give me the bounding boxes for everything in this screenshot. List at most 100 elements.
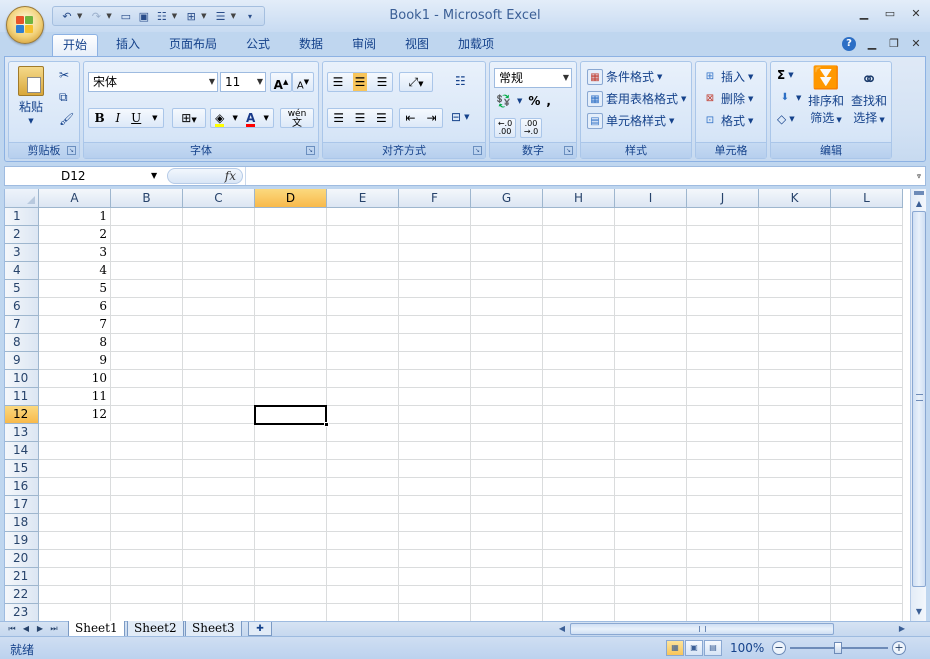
cell-J10[interactable]	[687, 370, 759, 388]
row-header[interactable]: 12	[5, 406, 39, 424]
cell-K3[interactable]	[759, 244, 831, 262]
row-header[interactable]: 6	[5, 298, 39, 316]
align-middle-icon[interactable]: ☰	[352, 73, 368, 91]
cell-D22[interactable]	[255, 586, 327, 604]
last-sheet-icon[interactable]: ⏭	[48, 622, 60, 636]
cell-I14[interactable]	[615, 442, 687, 460]
scroll-down-icon[interactable]: ▼	[911, 605, 927, 619]
cell-G1[interactable]	[471, 208, 543, 226]
cell-G7[interactable]	[471, 316, 543, 334]
horizontal-scrollbar[interactable]: ◀ ▶	[552, 623, 908, 635]
cell-D17[interactable]	[255, 496, 327, 514]
cell-H9[interactable]	[543, 352, 615, 370]
font-color-dropdown-icon[interactable]: ▼	[264, 109, 269, 127]
maximize-icon[interactable]: ▭	[884, 8, 896, 20]
horizontal-scroll-thumb[interactable]	[570, 623, 834, 635]
cell-F12[interactable]	[399, 406, 471, 424]
cell-J6[interactable]	[687, 298, 759, 316]
fill-handle[interactable]	[324, 422, 329, 427]
office-button[interactable]	[6, 6, 44, 44]
cell-E12[interactable]	[327, 406, 399, 424]
cell-F19[interactable]	[399, 532, 471, 550]
cell-B22[interactable]	[111, 586, 183, 604]
percent-button[interactable]: %	[528, 94, 540, 108]
cell-G20[interactable]	[471, 550, 543, 568]
autosum-button[interactable]: Σ ▼	[777, 68, 794, 82]
cell-E16[interactable]	[327, 478, 399, 496]
cell-H3[interactable]	[543, 244, 615, 262]
cell-I13[interactable]	[615, 424, 687, 442]
cell-A4[interactable]: 4	[39, 262, 111, 280]
format-painter-icon[interactable]: 🖌	[59, 112, 74, 126]
align-center-icon[interactable]: ☰	[355, 109, 366, 127]
cell-C3[interactable]	[183, 244, 255, 262]
split-box[interactable]	[914, 191, 924, 195]
cell-L18[interactable]	[831, 514, 903, 532]
tab-review[interactable]: 审阅	[342, 34, 386, 56]
cell-L2[interactable]	[831, 226, 903, 244]
scroll-up-icon[interactable]: ▲	[911, 197, 927, 211]
cell-B14[interactable]	[111, 442, 183, 460]
cell-H23[interactable]	[543, 604, 615, 621]
vertical-scroll-thumb[interactable]	[912, 211, 926, 587]
cell-A2[interactable]: 2	[39, 226, 111, 244]
cell-C23[interactable]	[183, 604, 255, 621]
cell-A5[interactable]: 5	[39, 280, 111, 298]
cell-F6[interactable]	[399, 298, 471, 316]
cut-icon[interactable]: ✂	[59, 68, 69, 82]
cell-E7[interactable]	[327, 316, 399, 334]
sheet-tab-3[interactable]: Sheet3	[185, 621, 242, 637]
dialog-launcher-icon[interactable]: ↘	[564, 146, 573, 155]
cell-G8[interactable]	[471, 334, 543, 352]
format-cells-button[interactable]: ⊡ 格式 ▼	[702, 112, 754, 129]
cell-A11[interactable]: 11	[39, 388, 111, 406]
cell-I21[interactable]	[615, 568, 687, 586]
name-box-dropdown-icon[interactable]: ▼	[151, 167, 157, 185]
copy-icon[interactable]: ⧉	[59, 90, 68, 105]
cell-styles-button[interactable]: ▤ 单元格样式 ▼	[587, 112, 674, 129]
cell-K17[interactable]	[759, 496, 831, 514]
cell-B2[interactable]	[111, 226, 183, 244]
fill-color-dropdown-icon[interactable]: ▼	[232, 109, 237, 127]
cell-D7[interactable]	[255, 316, 327, 334]
cell-E18[interactable]	[327, 514, 399, 532]
zoom-in-icon[interactable]: +	[892, 641, 906, 655]
cell-J13[interactable]	[687, 424, 759, 442]
cell-A21[interactable]	[39, 568, 111, 586]
cell-E2[interactable]	[327, 226, 399, 244]
cell-B3[interactable]	[111, 244, 183, 262]
cell-E15[interactable]	[327, 460, 399, 478]
minimize-icon[interactable]: ▁	[858, 8, 870, 20]
cell-D3[interactable]	[255, 244, 327, 262]
cell-K7[interactable]	[759, 316, 831, 334]
sheet-tab-1[interactable]: Sheet1	[68, 621, 125, 637]
cell-F18[interactable]	[399, 514, 471, 532]
tab-home[interactable]: 开始	[52, 34, 99, 56]
scroll-left-icon[interactable]: ◀	[556, 623, 568, 635]
row-header[interactable]: 15	[5, 460, 39, 478]
cell-I18[interactable]	[615, 514, 687, 532]
fill-button[interactable]: ⬇ ▼	[777, 90, 802, 106]
underline-dropdown-icon[interactable]: ▼	[152, 109, 157, 127]
cell-A20[interactable]	[39, 550, 111, 568]
first-sheet-icon[interactable]: ⏮	[6, 622, 18, 636]
cell-C22[interactable]	[183, 586, 255, 604]
cell-A14[interactable]	[39, 442, 111, 460]
cell-B16[interactable]	[111, 478, 183, 496]
cell-J7[interactable]	[687, 316, 759, 334]
cell-B17[interactable]	[111, 496, 183, 514]
cell-D8[interactable]	[255, 334, 327, 352]
page-break-preview-icon[interactable]: ▤	[704, 640, 722, 656]
cell-L14[interactable]	[831, 442, 903, 460]
row-header[interactable]: 5	[5, 280, 39, 298]
cell-G9[interactable]	[471, 352, 543, 370]
row-header[interactable]: 2	[5, 226, 39, 244]
cell-H2[interactable]	[543, 226, 615, 244]
cell-K22[interactable]	[759, 586, 831, 604]
cell-K13[interactable]	[759, 424, 831, 442]
cell-H1[interactable]	[543, 208, 615, 226]
cell-A18[interactable]	[39, 514, 111, 532]
cell-H13[interactable]	[543, 424, 615, 442]
cell-A16[interactable]	[39, 478, 111, 496]
find-select-button[interactable]: ⚭ 查找和 选择 ▼	[849, 66, 889, 126]
